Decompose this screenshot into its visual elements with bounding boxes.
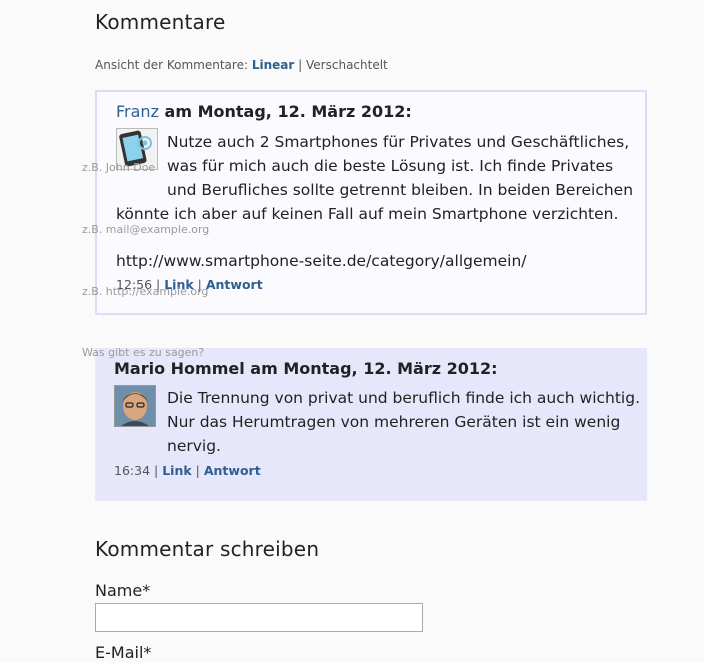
- comment-date: am Montag, 12. März 2012:: [250, 359, 498, 378]
- comment-author-link[interactable]: Franz: [116, 102, 159, 121]
- view-linear-link[interactable]: Linear: [252, 58, 294, 72]
- view-label: Ansicht der Kommentare:: [95, 58, 249, 72]
- comment-mario-hommel: Mario Hommel am Montag, 12. März 2012: D…: [95, 348, 647, 501]
- comment-text-line: nervig.: [167, 437, 221, 455]
- write-comment-heading: Kommentar schreiben: [95, 537, 320, 561]
- comment-date: am Montag, 12. März 2012:: [164, 102, 412, 121]
- name-placeholder: z.B. John Doe: [82, 161, 156, 174]
- comment-franz: Franz am Montag, 12. März 2012: Nutze au…: [95, 90, 647, 315]
- comment-time: 16:34: [114, 463, 151, 478]
- user-photo-avatar-icon: [115, 386, 155, 426]
- comment-text-line: und Berufliches sollte getrennt bleiben.…: [167, 181, 634, 199]
- email-label: E-Mail*: [95, 643, 152, 662]
- website-placeholder: z.B. http://example.org: [82, 285, 209, 298]
- comment-text-line: was für mich auch die beste Lösung ist. …: [167, 157, 614, 175]
- comments-heading: Kommentare: [95, 10, 226, 34]
- comment-placeholder: Was gibt es zu sagen?: [82, 346, 205, 359]
- email-placeholder: z.B. mail@example.org: [82, 223, 210, 236]
- comment-view-options: Ansicht der Kommentare: Linear | Verscha…: [95, 58, 388, 72]
- view-nested-link[interactable]: Verschachtelt: [306, 58, 388, 72]
- comment-meta: 16:34 | Link | Antwort: [114, 463, 261, 478]
- name-input[interactable]: [95, 603, 423, 632]
- name-label: Name*: [95, 581, 151, 600]
- comment-text-line: Nur das Herumtragen von mehreren Geräten…: [167, 413, 621, 431]
- comment-text-line: Die Trennung von privat und beruflich fi…: [167, 389, 640, 407]
- avatar: [114, 385, 156, 427]
- view-separator: |: [298, 58, 303, 72]
- comment-permalink[interactable]: Link: [162, 463, 191, 478]
- comment-reply-link[interactable]: Antwort: [206, 277, 263, 292]
- comment-reply-link[interactable]: Antwort: [204, 463, 261, 478]
- comment-header: Franz am Montag, 12. März 2012:: [116, 102, 412, 121]
- comment-header: Mario Hommel am Montag, 12. März 2012:: [114, 359, 498, 378]
- comment-url: http://www.smartphone-seite.de/category/…: [116, 252, 527, 270]
- comment-author: Mario Hommel: [114, 359, 245, 378]
- comment-text-line: Nutze auch 2 Smartphones für Privates un…: [167, 133, 630, 151]
